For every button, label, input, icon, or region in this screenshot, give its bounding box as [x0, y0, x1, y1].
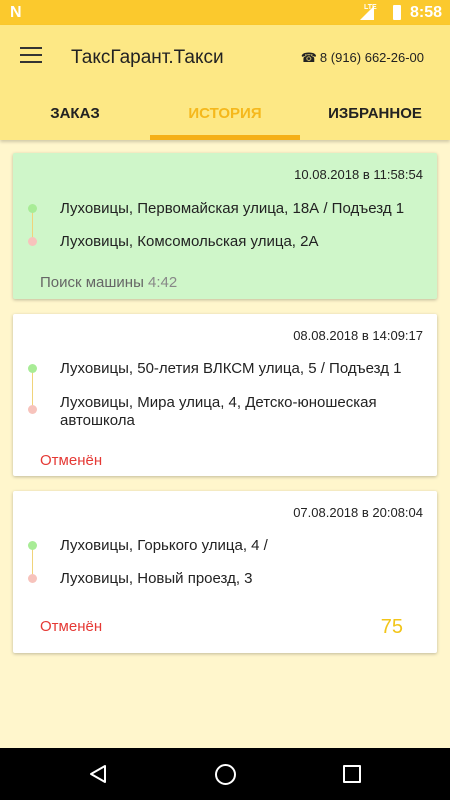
tab-bar: ЗАКАЗ ИСТОРИЯ ИЗБРАННОЕ — [0, 91, 450, 140]
order-date: 07.08.2018 в 20:08:04 — [293, 505, 423, 520]
home-icon[interactable] — [215, 764, 236, 785]
back-icon[interactable] — [88, 764, 108, 784]
pickup-address: Луховицы, Первомайская улица, 18А / Подъ… — [60, 200, 405, 217]
pickup-address: Луховицы, Горького улица, 4 / — [60, 537, 268, 554]
app-title: ТаксГарант.Такси — [71, 47, 224, 68]
status-text: Поиск машины — [40, 274, 144, 291]
app-bar: ТаксГарант.Такси ☎ 8 (916) 662-26-00 ЗАКА… — [0, 25, 450, 140]
order-card[interactable]: 10.08.2018 в 11:58:54 Луховицы, Первомай… — [13, 153, 437, 299]
network-logo: N — [10, 4, 22, 21]
tab-history[interactable]: ИСТОРИЯ — [150, 91, 300, 140]
pickup-dot-icon — [28, 541, 37, 550]
tab-order[interactable]: ЗАКАЗ — [0, 91, 150, 140]
route-line — [32, 371, 33, 409]
destination-dot-icon — [28, 405, 37, 414]
order-status: Отменён — [40, 452, 103, 469]
order-card[interactable]: 08.08.2018 в 14:09:17 Луховицы, 50-летия… — [13, 314, 437, 476]
navigation-bar — [0, 748, 450, 800]
recent-apps-icon[interactable] — [343, 765, 361, 783]
destination-address: Луховицы, Новый проезд, 3 — [60, 570, 253, 587]
order-status: Поиск машины 4:42 — [40, 274, 177, 291]
phone-number: 8 (916) 662-26-00 — [319, 50, 424, 65]
status-bar: N LTE 8:58 — [0, 0, 450, 25]
destination-address: Луховицы, Мира улица, 4, Детско-юношеска… — [60, 394, 377, 429]
battery-icon — [393, 5, 401, 20]
destination-dot-icon — [28, 574, 37, 583]
phone-link[interactable]: ☎ 8 (916) 662-26-00 — [301, 50, 424, 66]
pickup-address: Луховицы, 50-летия ВЛКСМ улица, 5 / Подъ… — [60, 360, 402, 377]
pickup-dot-icon — [28, 204, 37, 213]
destination-address: Луховицы, Комсомольская улица, 2А — [60, 233, 319, 250]
order-date: 08.08.2018 в 14:09:17 — [293, 328, 423, 343]
search-timer: 4:42 — [148, 274, 178, 291]
order-date: 10.08.2018 в 11:58:54 — [294, 167, 423, 182]
phone-icon: ☎ — [300, 50, 317, 65]
destination-dot-icon — [28, 237, 37, 246]
clock: 8:58 — [410, 4, 443, 21]
menu-icon[interactable] — [20, 47, 42, 65]
tab-favorites[interactable]: ИЗБРАННОЕ — [300, 91, 450, 140]
order-card[interactable]: 07.08.2018 в 20:08:04 Луховицы, Горького… — [13, 491, 437, 653]
pickup-dot-icon — [28, 364, 37, 373]
order-status: Отменён — [40, 618, 103, 635]
network-type: LTE — [364, 4, 377, 11]
order-price: 75 — [380, 616, 403, 638]
active-tab-indicator — [150, 135, 300, 140]
